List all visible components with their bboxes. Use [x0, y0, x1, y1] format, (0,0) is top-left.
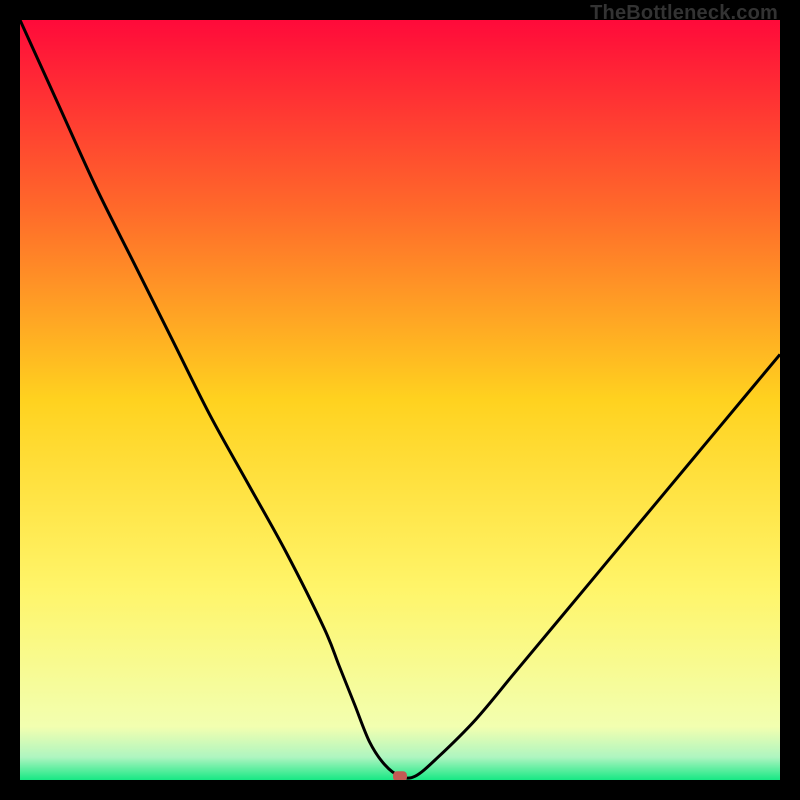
optimal-marker	[393, 771, 407, 780]
plot-area	[20, 20, 780, 780]
chart-svg	[20, 20, 780, 780]
chart-frame: TheBottleneck.com	[0, 0, 800, 800]
gradient-background	[20, 20, 780, 780]
